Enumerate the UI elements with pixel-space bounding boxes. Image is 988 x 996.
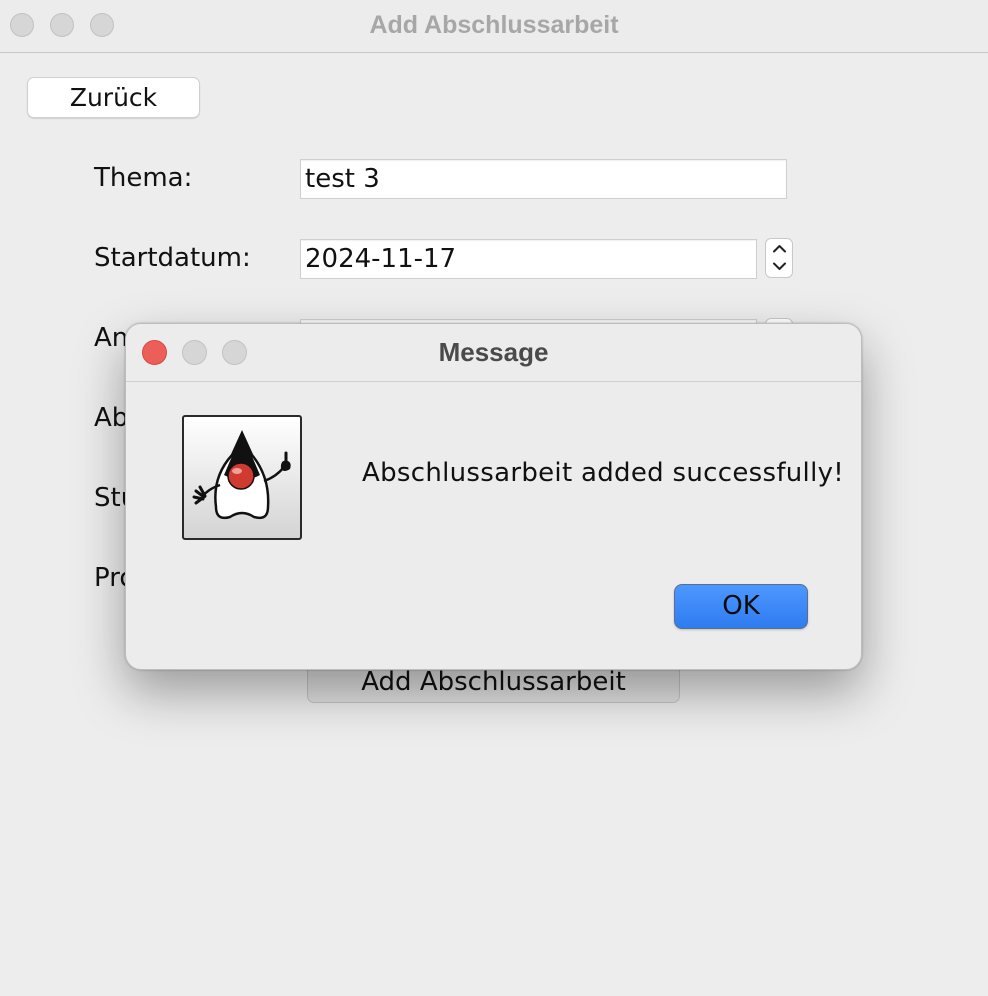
spinner-up-button[interactable] — [766, 239, 792, 258]
thema-input[interactable]: test 3 — [300, 159, 787, 199]
thema-label: Thema: — [94, 163, 193, 193]
back-button[interactable]: Zurück — [27, 77, 200, 118]
dialog-title: Message — [438, 337, 549, 367]
chevron-down-icon — [773, 262, 786, 270]
ok-button[interactable]: OK — [674, 584, 808, 629]
chevron-up-icon — [773, 245, 786, 253]
row4-label: Ab — [94, 403, 129, 433]
window-titlebar: Add Abschlussarbeit — [0, 0, 988, 53]
java-duke-icon — [182, 415, 302, 540]
startdatum-spinner[interactable] — [765, 238, 793, 278]
startdatum-label: Startdatum: — [94, 243, 251, 273]
startdatum-input[interactable]: 2024-11-17 — [300, 239, 757, 279]
window-title: Add Abschlussarbeit — [369, 11, 619, 39]
dialog-titlebar: Message — [126, 324, 861, 382]
spinner-down-button[interactable] — [766, 258, 792, 277]
message-dialog: Message Abschlussarbeit added successful… — [125, 323, 862, 670]
row3-label: An — [94, 323, 129, 353]
dialog-message: Abschlussarbeit added successfully! — [362, 458, 845, 488]
